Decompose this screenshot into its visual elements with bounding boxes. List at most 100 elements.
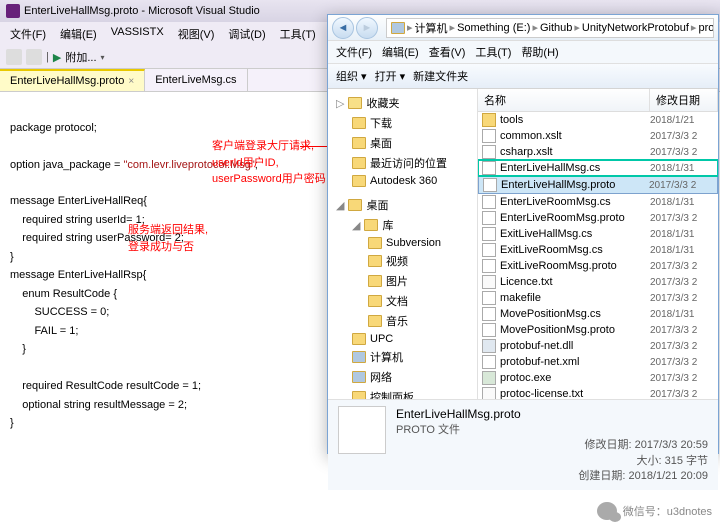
file-row[interactable]: MovePositionMsg.cs2018/1/31 xyxy=(478,306,718,322)
tab-cs[interactable]: EnterLiveMsg.cs xyxy=(145,69,247,91)
file-name: MovePositionMsg.proto xyxy=(500,324,646,336)
computer-icon xyxy=(391,22,405,34)
menu-edit[interactable]: 编辑(E) xyxy=(54,24,103,44)
tree-svn[interactable]: Subversion xyxy=(328,235,477,251)
tree-pics[interactable]: 图片 xyxy=(328,271,477,291)
nav-fwd-icon[interactable] xyxy=(26,49,42,65)
file-icon xyxy=(482,307,496,321)
bc-drive[interactable]: Something (E:)▸ xyxy=(457,21,538,34)
tree-downloads[interactable]: 下载 xyxy=(328,113,477,133)
col-date[interactable]: 修改日期 xyxy=(650,89,718,111)
menu-vassistx[interactable]: VASSISTX xyxy=(105,24,170,44)
open-button[interactable]: 打开 ▾ xyxy=(375,68,406,84)
ex-menu-view[interactable]: 查看(V) xyxy=(429,44,466,60)
file-row[interactable]: protoc-license.txt2017/3/3 2 xyxy=(478,386,718,399)
file-name: common.xslt xyxy=(500,130,646,142)
file-icon xyxy=(482,355,496,369)
breadcrumb[interactable]: ▸ 计算机▸ Something (E:)▸ Github▸ UnityNetw… xyxy=(386,18,714,38)
vs-title-text: EnterLiveHallMsg.proto - Microsoft Visua… xyxy=(24,5,260,17)
bc-folder[interactable]: protoToCs xyxy=(698,22,714,34)
annotation-rsp: 服务端返回结果, 登录成功与否 xyxy=(128,222,208,255)
file-date: 2017/3/3 2 xyxy=(649,180,713,191)
explorer-toolbar: 组织 ▾ 打开 ▾ 新建文件夹 xyxy=(328,64,718,89)
nav-tree[interactable]: ▷收藏夹 下载 桌面 最近访问的位置 Autodesk 360 ◢桌面 ◢库 S… xyxy=(328,89,478,399)
explorer-window: ◄ ► ▸ 计算机▸ Something (E:)▸ Github▸ Unity… xyxy=(327,14,719,454)
col-name[interactable]: 名称 xyxy=(478,89,650,111)
explorer-titlebar[interactable]: ◄ ► ▸ 计算机▸ Something (E:)▸ Github▸ Unity… xyxy=(328,15,718,41)
file-list[interactable]: 名称 修改日期 tools2018/1/21common.xslt2017/3/… xyxy=(478,89,718,399)
close-icon[interactable]: × xyxy=(128,76,134,87)
file-icon xyxy=(483,178,497,192)
file-row[interactable]: csharp.xslt2017/3/3 2 xyxy=(478,144,718,160)
tree-video[interactable]: 视频 xyxy=(328,251,477,271)
ex-menu-edit[interactable]: 编辑(E) xyxy=(382,44,419,60)
tree-docs[interactable]: 文档 xyxy=(328,291,477,311)
file-icon xyxy=(482,195,496,209)
file-date: 2018/1/31 xyxy=(650,229,714,240)
file-icon xyxy=(482,275,496,289)
file-date: 2018/1/31 xyxy=(650,245,714,256)
ex-menu-help[interactable]: 帮助(H) xyxy=(521,44,558,60)
tab-proto[interactable]: EnterLiveHallMsg.proto × xyxy=(0,69,145,91)
tree-control[interactable]: 控制面板 xyxy=(328,387,477,399)
file-row[interactable]: ExitLiveRoomMsg.cs2018/1/31 xyxy=(478,242,718,258)
file-name: makefile xyxy=(500,292,646,304)
bc-github[interactable]: Github▸ xyxy=(540,21,580,34)
bc-project[interactable]: UnityNetworkProtobuf▸ xyxy=(582,21,697,34)
details-pane: EnterLiveHallMsg.proto PROTO 文件 修改日期: 20… xyxy=(328,399,718,490)
tree-recent[interactable]: 最近访问的位置 xyxy=(328,153,477,173)
tree-libs[interactable]: ◢库 xyxy=(328,215,477,235)
tree-desktop[interactable]: 桌面 xyxy=(328,133,477,153)
detail-create: 创建日期: 2018/1/21 20:09 xyxy=(396,469,708,484)
tree-music[interactable]: 音乐 xyxy=(328,311,477,331)
detail-mod: 修改日期: 2017/3/3 20:59 xyxy=(396,438,708,453)
file-name: protobuf-net.xml xyxy=(500,356,646,368)
new-folder-button[interactable]: 新建文件夹 xyxy=(413,68,468,84)
file-row[interactable]: Licence.txt2017/3/3 2 xyxy=(478,274,718,290)
forward-button[interactable]: ► xyxy=(356,17,378,39)
list-header[interactable]: 名称 修改日期 xyxy=(478,89,718,112)
detail-size: 大小: 315 字节 xyxy=(396,454,708,469)
file-icon xyxy=(482,243,496,257)
file-name: MovePositionMsg.cs xyxy=(500,308,646,320)
menu-view[interactable]: 视图(V) xyxy=(172,24,221,44)
file-date: 2017/3/3 2 xyxy=(650,341,714,352)
file-row[interactable]: protobuf-net.dll2017/3/3 2 xyxy=(478,338,718,354)
file-row[interactable]: makefile2017/3/3 2 xyxy=(478,290,718,306)
file-row[interactable]: EnterLiveHallMsg.cs2018/1/31 xyxy=(478,160,718,176)
menu-file[interactable]: 文件(F) xyxy=(4,24,52,44)
file-row[interactable]: MovePositionMsg.proto2017/3/3 2 xyxy=(478,322,718,338)
bc-computer[interactable]: 计算机▸ xyxy=(415,20,456,36)
attach-button[interactable]: 附加... xyxy=(65,49,96,65)
ex-menu-file[interactable]: 文件(F) xyxy=(336,44,372,60)
wechat-icon xyxy=(597,502,617,520)
tree-computer[interactable]: 计算机 xyxy=(328,347,477,367)
file-icon xyxy=(482,161,496,175)
file-row[interactable]: EnterLiveRoomMsg.proto2017/3/3 2 xyxy=(478,210,718,226)
tab-label: EnterLiveMsg.cs xyxy=(155,74,236,86)
ex-menu-tools[interactable]: 工具(T) xyxy=(475,44,511,60)
file-name: EnterLiveHallMsg.cs xyxy=(500,162,646,174)
nav-back-icon[interactable] xyxy=(6,49,22,65)
file-row[interactable]: protoc.exe2017/3/3 2 xyxy=(478,370,718,386)
file-row[interactable]: EnterLiveHallMsg.proto2017/3/3 2 xyxy=(478,176,718,194)
menu-tools[interactable]: 工具(T) xyxy=(274,24,322,44)
file-row[interactable]: EnterLiveRoomMsg.cs2018/1/31 xyxy=(478,194,718,210)
back-button[interactable]: ◄ xyxy=(332,17,354,39)
tree-autodesk[interactable]: Autodesk 360 xyxy=(328,173,477,189)
file-row[interactable]: common.xslt2017/3/3 2 xyxy=(478,128,718,144)
file-row[interactable]: protobuf-net.xml2017/3/3 2 xyxy=(478,354,718,370)
file-row[interactable]: ExitLiveHallMsg.cs2018/1/31 xyxy=(478,226,718,242)
file-row[interactable]: ExitLiveRoomMsg.proto2017/3/3 2 xyxy=(478,258,718,274)
file-icon xyxy=(482,113,496,127)
file-name: Licence.txt xyxy=(500,276,646,288)
file-name: csharp.xslt xyxy=(500,146,646,158)
organize-button[interactable]: 组织 ▾ xyxy=(336,68,367,84)
file-icon xyxy=(482,291,496,305)
menu-debug[interactable]: 调试(D) xyxy=(222,24,271,44)
file-name: protoc.exe xyxy=(500,372,646,384)
tree-network[interactable]: 网络 xyxy=(328,367,477,387)
tree-upc[interactable]: UPC xyxy=(328,331,477,347)
file-row[interactable]: tools2018/1/21 xyxy=(478,112,718,128)
file-name: protoc-license.txt xyxy=(500,388,646,399)
